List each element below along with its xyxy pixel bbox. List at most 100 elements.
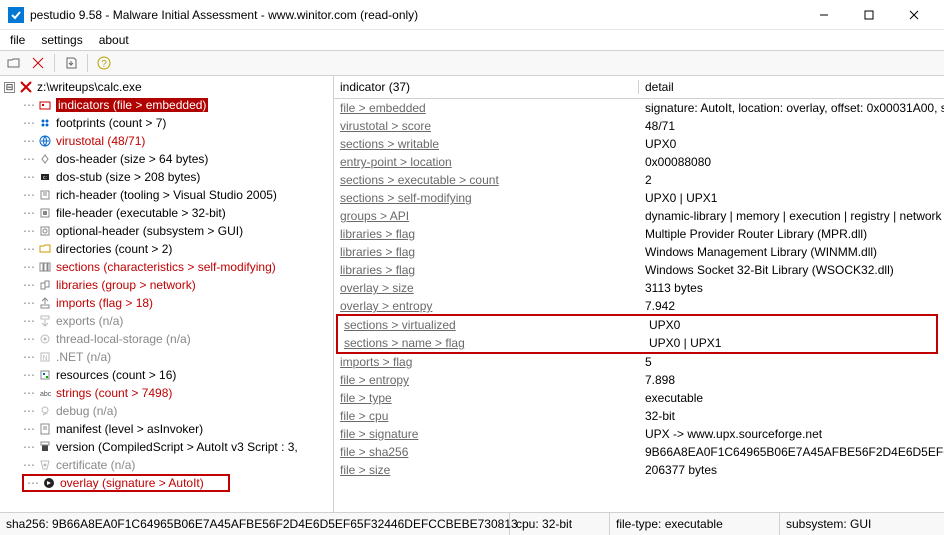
status-sha256: sha256: 9B66A8EA0F1C64965B06E7A45AFBE56F… bbox=[0, 513, 510, 535]
tree-branch-icon: ⋯ bbox=[22, 224, 36, 238]
detail-row[interactable]: libraries > flagWindows Socket 32-Bit Li… bbox=[334, 261, 944, 279]
indicator-link[interactable]: libraries > flag bbox=[340, 245, 415, 259]
detail-row[interactable]: virustotal > score48/71 bbox=[334, 117, 944, 135]
indicator-link[interactable]: file > size bbox=[340, 463, 390, 477]
tree-node-icon bbox=[38, 314, 52, 328]
tree-panel: ⊟ z:\writeups\calc.exe ⋯indicators (file… bbox=[0, 76, 334, 512]
tree-item[interactable]: ⋯overlay (signature > AutoIt) bbox=[2, 474, 333, 492]
indicator-link[interactable]: imports > flag bbox=[340, 355, 412, 369]
minimize-button[interactable] bbox=[801, 1, 846, 29]
help-icon[interactable]: ? bbox=[96, 55, 112, 71]
detail-row[interactable]: file > entropy7.898 bbox=[334, 371, 944, 389]
detail-row[interactable]: groups > APIdynamic-library | memory | e… bbox=[334, 207, 944, 225]
indicator-link[interactable]: file > entropy bbox=[340, 373, 409, 387]
detail-row[interactable]: file > signature UPX -> www.upx.sourcefor… bbox=[334, 425, 944, 443]
tree-item[interactable]: ⋯manifest (level > asInvoker) bbox=[2, 420, 333, 438]
indicator-link[interactable]: sections > name > flag bbox=[344, 336, 465, 350]
tree-item[interactable]: ⋯libraries (group > network) bbox=[2, 276, 333, 294]
tree-item[interactable]: ⋯ version (CompiledScript > AutoIt v3 Scr… bbox=[2, 438, 333, 456]
tree-item[interactable]: ⋯imports (flag > 18) bbox=[2, 294, 333, 312]
detail-row[interactable]: sections > name > flag UPX0 | UPX1 bbox=[338, 334, 936, 352]
detail-value: UPX0 bbox=[643, 318, 936, 332]
detail-row[interactable]: overlay > entropy 7.942 bbox=[334, 297, 944, 315]
tree-item[interactable]: ⋯footprints (count > 7) bbox=[2, 114, 333, 132]
close-button[interactable] bbox=[891, 1, 936, 29]
tree-node-icon bbox=[38, 188, 52, 202]
indicator-link[interactable]: sections > self-modifying bbox=[340, 191, 472, 205]
menubar: file settings about bbox=[0, 30, 944, 50]
col-indicator[interactable]: indicator (37) bbox=[334, 80, 639, 94]
tree-item[interactable]: ⋯indicators (file > embedded) bbox=[2, 96, 333, 114]
indicator-link[interactable]: libraries > flag bbox=[340, 263, 415, 277]
tree-node-icon bbox=[38, 242, 52, 256]
detail-row[interactable]: sections > self-modifyingUPX0 | UPX1 bbox=[334, 189, 944, 207]
detail-row[interactable]: libraries > flagWindows Management Libra… bbox=[334, 243, 944, 261]
detail-row[interactable]: file > cpu32-bit bbox=[334, 407, 944, 425]
menu-file[interactable]: file bbox=[4, 32, 31, 48]
indicator-link[interactable]: file > signature bbox=[340, 427, 418, 441]
detail-row[interactable]: sections > virtualized UPX0 bbox=[338, 316, 936, 334]
indicator-link[interactable]: overlay > entropy bbox=[340, 299, 432, 313]
delete-x-icon bbox=[19, 80, 33, 94]
export-icon[interactable] bbox=[63, 55, 79, 71]
menu-about[interactable]: about bbox=[93, 32, 135, 48]
menu-settings[interactable]: settings bbox=[35, 32, 88, 48]
detail-row[interactable]: sections > writableUPX0 bbox=[334, 135, 944, 153]
tree-item-label: overlay (signature > AutoIt) bbox=[60, 476, 204, 490]
indicator-link[interactable]: file > cpu bbox=[340, 409, 388, 423]
detail-row[interactable]: sections > executable > count2 bbox=[334, 171, 944, 189]
tree-item[interactable]: ⋯optional-header (subsystem > GUI) bbox=[2, 222, 333, 240]
tree-node-icon bbox=[38, 224, 52, 238]
tree-item[interactable]: ⋯resources (count > 16) bbox=[2, 366, 333, 384]
tree-item[interactable]: ⋯dos-header (size > 64 bytes) bbox=[2, 150, 333, 168]
tree-branch-icon: ⋯ bbox=[22, 440, 36, 454]
indicator-link[interactable]: libraries > flag bbox=[340, 227, 415, 241]
tree-item[interactable]: ⋯c:dos-stub (size > 208 bytes) bbox=[2, 168, 333, 186]
detail-row[interactable]: file > typeexecutable bbox=[334, 389, 944, 407]
tree-item-label: version (CompiledScript > AutoIt v3 Scri… bbox=[56, 440, 298, 454]
indicator-link[interactable]: overlay > size bbox=[340, 281, 414, 295]
indicator-link[interactable]: sections > executable > count bbox=[340, 173, 499, 187]
indicator-link[interactable]: file > sha256 bbox=[340, 445, 408, 459]
open-icon[interactable] bbox=[6, 55, 22, 71]
tree-item[interactable]: ⋯abcstrings (count > 7498) bbox=[2, 384, 333, 402]
indicator-link[interactable]: file > embedded bbox=[340, 101, 426, 115]
tree-item[interactable]: ⋯rich-header (tooling > Visual Studio 20… bbox=[2, 186, 333, 204]
collapse-icon[interactable]: ⊟ bbox=[4, 82, 15, 93]
detail-value: 7.942 bbox=[639, 299, 944, 313]
close-file-icon[interactable] bbox=[30, 55, 46, 71]
detail-row[interactable]: file > size206377 bytes bbox=[334, 461, 944, 479]
indicator-link[interactable]: virustotal > score bbox=[340, 119, 431, 133]
tree-branch-icon: ⋯ bbox=[22, 350, 36, 364]
detail-row[interactable]: libraries > flagMultiple Provider Router… bbox=[334, 225, 944, 243]
indicator-link[interactable]: groups > API bbox=[340, 209, 409, 223]
detail-value: UPX0 | UPX1 bbox=[643, 336, 936, 350]
detail-row[interactable]: entry-point > location0x00088080 bbox=[334, 153, 944, 171]
detail-row[interactable]: overlay > size3113 bytes bbox=[334, 279, 944, 297]
tree-item[interactable]: ⋯N.NET (n/a) bbox=[2, 348, 333, 366]
detail-value: 9B66A8EA0F1C64965B06E7A45AFBE56F2D4E6D5E… bbox=[639, 445, 944, 459]
maximize-button[interactable] bbox=[846, 1, 891, 29]
indicator-link[interactable]: sections > writable bbox=[340, 137, 439, 151]
tree-item[interactable]: ⋯exports (n/a) bbox=[2, 312, 333, 330]
tree-item[interactable]: ⋯virustotal (48/71) bbox=[2, 132, 333, 150]
tree-item-label: virustotal (48/71) bbox=[56, 134, 145, 148]
tree-root[interactable]: ⊟ z:\writeups\calc.exe bbox=[2, 78, 333, 96]
tree-item[interactable]: ⋯certificate (n/a) bbox=[2, 456, 333, 474]
tree-item-label: libraries (group > network) bbox=[56, 278, 196, 292]
tree-item[interactable]: ⋯thread-local-storage (n/a) bbox=[2, 330, 333, 348]
detail-value: UPX -> www.upx.sourceforge.net bbox=[639, 427, 944, 441]
tree-item-label: dos-stub (size > 208 bytes) bbox=[56, 170, 200, 184]
detail-row[interactable]: file > embeddedsignature: AutoIt, locati… bbox=[334, 99, 944, 117]
indicator-link[interactable]: entry-point > location bbox=[340, 155, 452, 169]
tree-item[interactable]: ⋯sections (characteristics > self-modify… bbox=[2, 258, 333, 276]
tree-item[interactable]: ⋯directories (count > 2) bbox=[2, 240, 333, 258]
indicator-link[interactable]: file > type bbox=[340, 391, 392, 405]
col-detail[interactable]: detail bbox=[639, 80, 944, 94]
detail-row[interactable]: file > sha256 9B66A8EA0F1C64965B06E7A45AF… bbox=[334, 443, 944, 461]
tree-item-label: indicators (file > embedded) bbox=[56, 98, 208, 112]
detail-row[interactable]: imports > flag5 bbox=[334, 353, 944, 371]
tree-item[interactable]: ⋯file-header (executable > 32-bit) bbox=[2, 204, 333, 222]
indicator-link[interactable]: sections > virtualized bbox=[344, 318, 456, 332]
tree-item[interactable]: ⋯debug (n/a) bbox=[2, 402, 333, 420]
